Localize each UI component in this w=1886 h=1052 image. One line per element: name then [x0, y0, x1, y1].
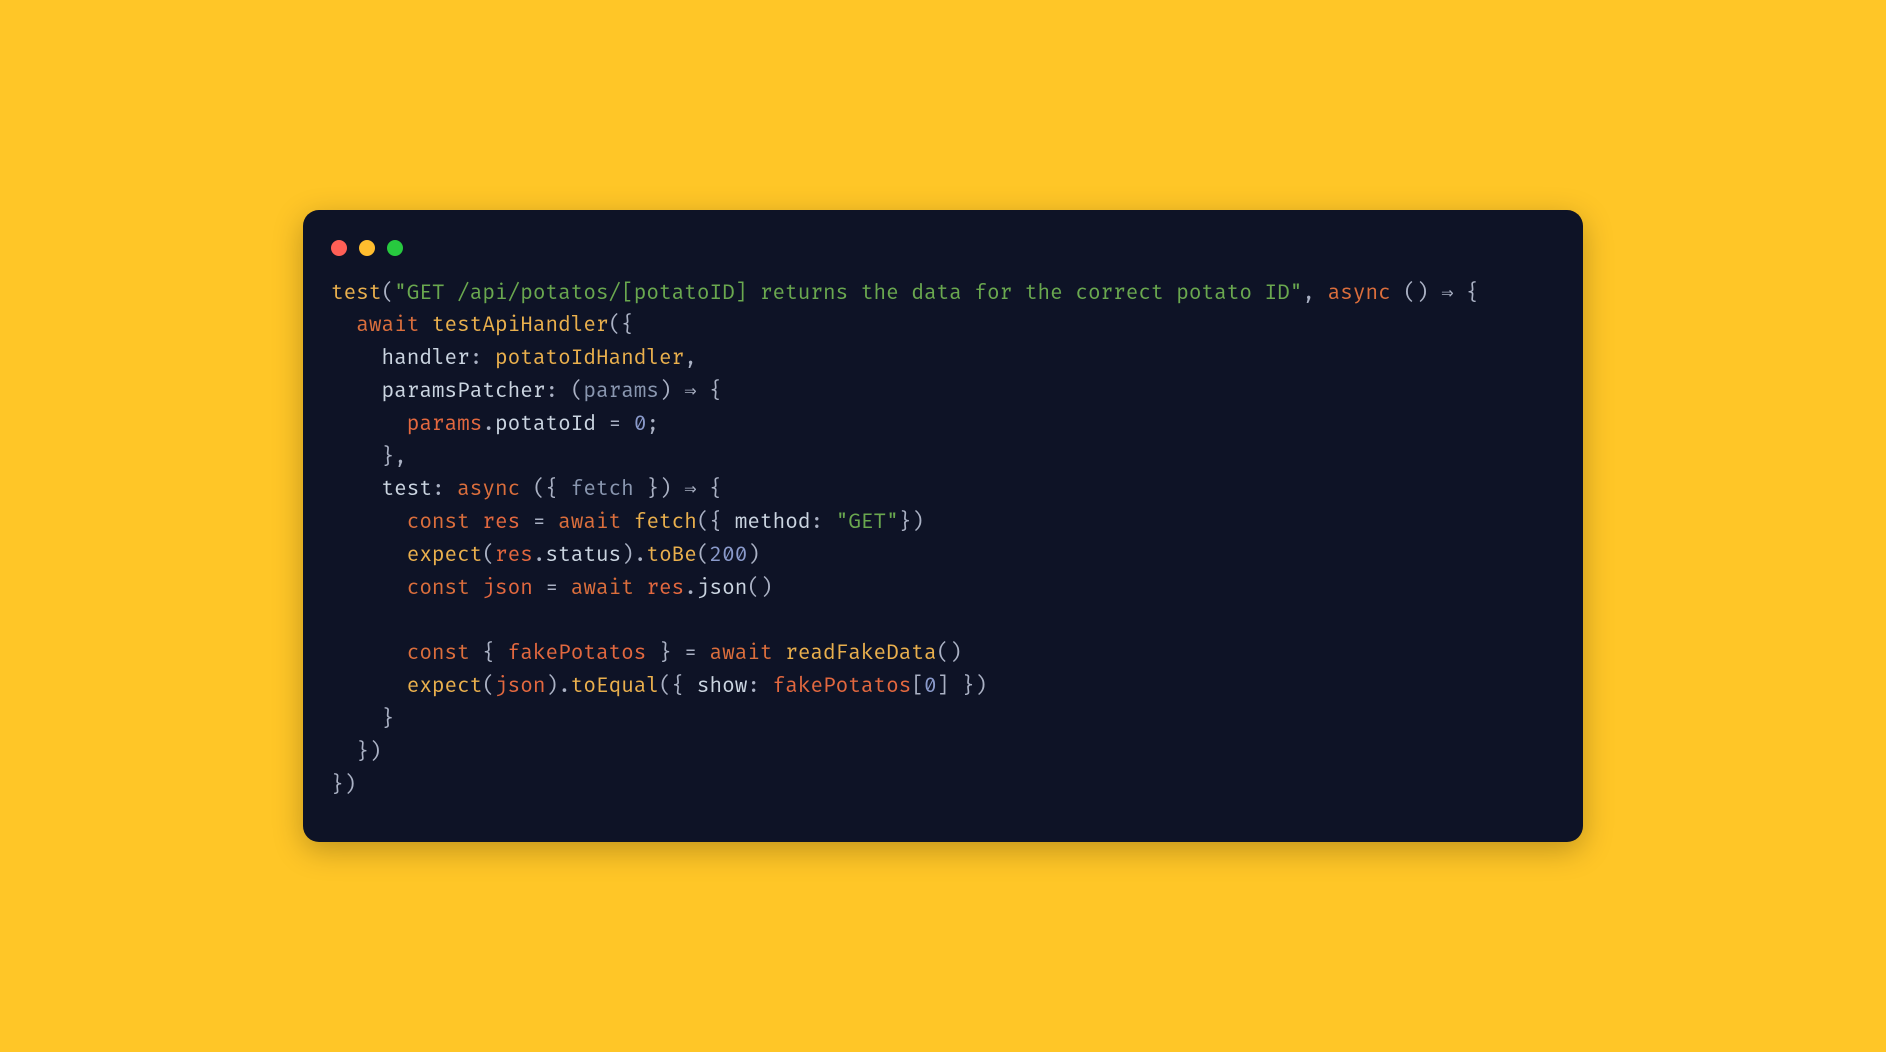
token-var-res: res [482, 510, 520, 535]
token-arrow: ⇒ [1441, 281, 1453, 306]
token-prop-handler: handler [381, 346, 469, 371]
token-fn-toBe: toBe [646, 543, 696, 568]
code-block: test("GET /api/potatos/[potatoID] return… [331, 278, 1555, 803]
token-kw-await: await [558, 510, 621, 535]
token-arrow: ⇒ [684, 477, 696, 502]
token-param-fetch: fetch [571, 477, 634, 502]
token-prop-json: json [697, 576, 747, 601]
token-prop-test: test [381, 477, 431, 502]
token-prop-status: status [546, 543, 622, 568]
token-str-get: "GET" [836, 510, 899, 535]
token-kw-async: async [457, 477, 520, 502]
token-kw-async: async [1328, 281, 1391, 306]
maximize-icon[interactable] [387, 240, 403, 256]
token-kw-await: await [356, 313, 419, 338]
token-var-fakePotatos: fakePotatos [773, 674, 912, 699]
token-arrow: ⇒ [684, 379, 696, 404]
code-window: test("GET /api/potatos/[potatoID] return… [303, 210, 1583, 843]
token-var-json: json [495, 674, 545, 699]
token-fn-testApiHandler: testApiHandler [432, 313, 609, 338]
token-num-200: 200 [710, 543, 748, 568]
token-fn-toEqual: toEqual [571, 674, 659, 699]
token-fn-potatoIdHandler: potatoIdHandler [495, 346, 684, 371]
token-fn-expect: expect [407, 674, 483, 699]
minimize-icon[interactable] [359, 240, 375, 256]
token-prop-paramsPatcher: paramsPatcher [381, 379, 545, 404]
token-var-json: json [482, 576, 532, 601]
token-var-res: res [646, 576, 684, 601]
token-prop-method: method [735, 510, 811, 535]
token-kw-const: const [407, 510, 470, 535]
token-fn-test: test [331, 281, 381, 306]
traffic-lights [331, 234, 1555, 278]
token-kw-await: await [710, 641, 773, 666]
token-prop-potatoId: potatoId [495, 412, 596, 437]
token-kw-const: const [407, 641, 470, 666]
token-fn-readFakeData: readFakeData [785, 641, 936, 666]
token-kw-await: await [571, 576, 634, 601]
token-var-params: params [407, 412, 483, 437]
token-var-res: res [495, 543, 533, 568]
close-icon[interactable] [331, 240, 347, 256]
token-idx-zero: 0 [924, 674, 937, 699]
token-param-params: params [583, 379, 659, 404]
token-num-zero: 0 [634, 412, 647, 437]
token-var-fakePotatos: fakePotatos [508, 641, 647, 666]
token-prop-show: show [697, 674, 747, 699]
token-kw-const: const [407, 576, 470, 601]
token-string-desc: "GET /api/potatos/[potatoID] returns the… [394, 281, 1302, 306]
token-fn-expect: expect [407, 543, 483, 568]
token-fn-fetch: fetch [634, 510, 697, 535]
